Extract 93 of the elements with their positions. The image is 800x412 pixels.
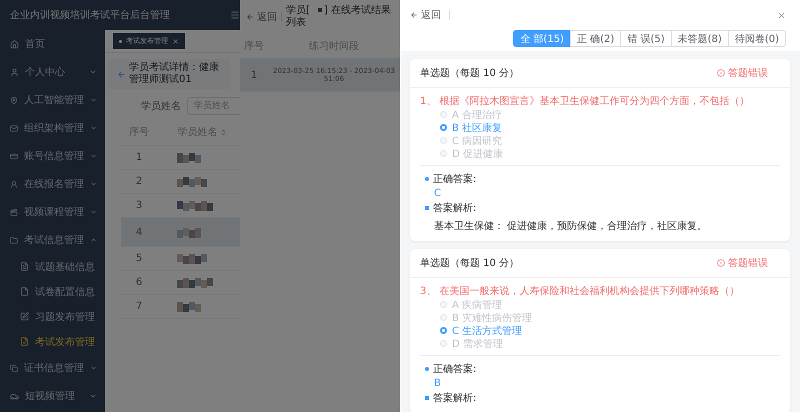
chevron-down-icon [90,152,97,160]
person-icon [10,180,18,188]
target-icon [717,69,725,77]
radio-option[interactable]: D 需求管理 [420,337,780,350]
answer-status: 答题错误 [717,256,768,270]
pixelated-name-icon [177,153,201,163]
sidebar-item[interactable]: 在线报名管理 [0,170,105,198]
file-icon [20,287,29,296]
pixelated-name-icon [177,278,213,288]
chevron-down-icon [90,180,97,188]
answer-analysis: 基本卫生保健： 促进健康，预防保健，合理治疗，社区康复。 [433,220,708,233]
question-type: 单选题（每题 10 分） [420,256,520,270]
sort-icon[interactable] [220,128,226,136]
sidebar-item[interactable]: 个人中心 [0,58,105,86]
section-label: 答案解析: [420,391,780,405]
chevron-down-icon [90,208,97,216]
redacted-mark-icon [318,8,322,12]
back-button[interactable]: 返回 [246,10,277,24]
back-arrow-icon [246,13,254,21]
filter-button[interactable]: 待阅卷(0) [728,30,786,47]
radio-option[interactable]: C 病因研究 [420,134,780,147]
folder-icon [10,236,18,244]
radio-option[interactable]: A 合理治疗 [420,108,780,121]
chevron-down-icon [90,96,97,104]
table-cell-text: 2 [134,176,144,187]
clapperboard-icon [10,208,18,216]
radio-option[interactable]: D 促进健康 [420,147,780,160]
radio-option[interactable]: A 疾病管理 [420,298,780,311]
answer-status: 答题错误 [717,66,768,80]
correct-answer: C [433,187,442,201]
sidebar-item[interactable]: 账号信息管理 [0,142,105,170]
section-label: 正确答案: [420,362,780,376]
target-icon [717,259,725,267]
sidebar-item[interactable]: 视频课程管理 [0,198,105,226]
pixelated-name-icon [177,254,207,264]
sidebar-subitem[interactable]: 考试发布管理 [0,329,105,354]
copy-icon [10,364,18,372]
back-button[interactable]: 返回 [410,8,441,22]
table-cell-text: 1 [250,70,258,80]
table-cell-text: 1 [134,152,144,163]
sidebar-item[interactable]: 证书信息管理 [0,354,105,382]
close-icon[interactable] [777,10,786,20]
document-icon [20,262,29,271]
edit-icon [20,312,29,321]
sidebar-item[interactable]: 人工智能管理 [0,86,105,114]
filter-button[interactable]: 未答题(8) [670,30,729,47]
drawer-title: 学员[ ] 在线考试结果列表 [286,5,392,29]
sidebar-subitem[interactable]: 试卷配置信息 [0,279,105,304]
app-title: 企业内训视频培训考试平台后台管理 [10,8,170,22]
field-label: 学员姓名 [141,100,181,113]
table-cell-text: 3 [134,200,144,211]
pixelated-name-icon [177,302,201,312]
filter-button[interactable]: 正 确(2) [570,30,622,47]
pixelated-name-icon [177,177,207,187]
radio-option[interactable]: B 社区康复 [420,121,780,134]
radio-option[interactable]: C 生活方式管理 [420,324,780,337]
car-icon [10,392,19,400]
chevron-down-icon [90,124,97,132]
correct-answer: B [433,377,442,391]
filter-button[interactable]: 错 误(5) [620,30,672,47]
menu-icon[interactable] [230,10,240,20]
sidebar-item[interactable]: 考试信息管理 [0,226,105,254]
envelope-icon [10,124,18,132]
chevron-down-icon [89,68,97,76]
back-arrow-icon [410,11,418,19]
chevron-down-icon [90,364,97,372]
page-title: 学员考试详情：健康管理师测试01 [129,62,220,86]
table-cell-text: 4 [134,226,144,238]
sidebar-subitem[interactable]: 试题基础信息 [0,254,105,279]
section-label: 答案解析: [420,201,780,215]
chevron-down-icon [89,392,97,400]
section-label: 正确答案: [420,172,780,186]
radio-option[interactable]: B 灾难性病伤管理 [420,311,780,324]
chevron-up-icon [90,236,97,244]
filter-button[interactable]: 全 部(15) [513,30,571,47]
sidebar-subitem[interactable]: 习题发布管理 [0,304,105,329]
sidebar-item[interactable]: 组织架构管理 [0,114,105,142]
file-check-icon [20,337,29,346]
question-type: 单选题（每题 10 分） [420,66,520,80]
pixelated-name-icon [177,201,213,211]
back-arrow-icon[interactable] [117,70,126,78]
user-icon [10,68,19,76]
table-cell-text: 5 [134,253,144,264]
pixelated-name-icon [177,228,201,238]
question-text: 3、 在美国一般来说，人寿保险和社会福利机构会提供下列哪种策略（） [420,285,741,298]
sidebar-item[interactable]: 短视频管理 [0,382,105,410]
card-icon [10,152,18,160]
question-text: 1、 根据《阿拉木图宣言》基本卫生保健工作可分为四个方面，不包括（） [420,95,751,108]
home-icon [10,40,19,48]
table-cell-text: 6 [134,277,144,288]
pin-icon [10,96,18,104]
sidebar-item[interactable]: 首页 [0,30,105,58]
table-cell-text: 7 [134,301,144,312]
